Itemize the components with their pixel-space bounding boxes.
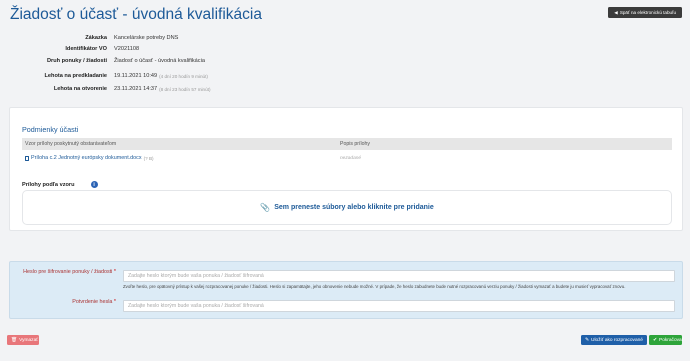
conditions-title: Podmienky účasti (22, 125, 79, 134)
back-to-board-button[interactable]: ◀ Späť na elektronickú tabuľu (608, 7, 682, 18)
continue-button[interactable]: ✔ Pokračovať (649, 335, 684, 345)
info-value: V2021108 (114, 46, 140, 52)
info-label: Zákazka (85, 35, 107, 41)
template-file-link[interactable]: Príloha c.2 Jednotný európsky dokument.d… (31, 155, 142, 161)
check-icon: ✔ (653, 337, 658, 343)
file-size: (? B) (143, 155, 154, 161)
info-label: Identifikátor VO (65, 46, 107, 52)
template-file-cell: Príloha c.2 Jednotný európsky dokument.d… (25, 155, 154, 161)
info-countdown: (4 dní 20 hodín 9 minút) (159, 73, 208, 79)
required-mark: * (113, 269, 116, 275)
info-countdown: (8 dní 23 hodín 57 minút) (159, 86, 211, 92)
delete-button-label: Vymazať (19, 337, 39, 343)
info-value: Kancelárske potreby DNS (114, 35, 179, 41)
back-button-label: Späť na elektronickú tabuľu (619, 10, 676, 15)
paperclip-icon: 📎 (260, 203, 271, 212)
info-value: 19.11.2021 10:49 (114, 73, 158, 79)
file-icon (25, 155, 29, 161)
attachments-label-row: Prílohy podľa vzoru i (22, 181, 98, 188)
file-dropzone[interactable]: 📎 Sem preneste súbory alebo kliknite pre… (22, 190, 672, 225)
delete-button[interactable]: 🗑 Vymazať (7, 335, 39, 345)
attachment-description: nezadané (340, 155, 362, 161)
required-mark: * (113, 299, 116, 305)
password-help-text: Zvoľte heslo, pre opätovný prístup k vaš… (123, 284, 626, 289)
page-title: Žiadosť o účasť - úvodná kvalifikácia (10, 6, 262, 23)
password-card: Heslo pre šifrovanie ponuky / žiadosti *… (9, 261, 683, 319)
info-icon[interactable]: i (90, 181, 98, 188)
password-confirm-label-text: Potvrdenie hesla (72, 299, 113, 305)
table-row: Príloha c.2 Jednotný európsky dokument.d… (22, 152, 672, 164)
dropzone-text: Sem preneste súbory alebo kliknite pre p… (274, 204, 434, 211)
column-header-template: Vzor prílohy poskytnutý obstarávateľom (25, 141, 117, 147)
save-draft-button[interactable]: ✎ Uložiť ako rozpracované (581, 335, 647, 345)
column-header-description: Popis prílohy (340, 141, 370, 147)
info-row-opening-deadline: Lehota na otvorenie 23.11.2021 14:37 (8 … (0, 84, 360, 94)
password-label: Heslo pre šifrovanie ponuky / žiadosti * (12, 269, 116, 275)
save-button-label: Uložiť ako rozpracované (591, 337, 643, 343)
info-value: Žiadosť o účasť - úvodná kvalifikácia (114, 58, 205, 64)
info-value: 23.11.2021 14:37 (114, 86, 158, 92)
password-confirm-input[interactable] (123, 300, 675, 312)
continue-button-label: Pokračovať (659, 337, 684, 343)
info-row-contract: Zákazka Kancelárske potreby DNS (0, 33, 360, 43)
password-input[interactable] (123, 270, 675, 282)
password-label-text: Heslo pre šifrovanie ponuky / žiadosti (23, 269, 113, 275)
table-header: Vzor prílohy poskytnutý obstarávateľom P… (22, 138, 672, 150)
pencil-icon: ✎ (585, 337, 590, 343)
info-row-offer-type: Druh ponuky / žiadosti Žiadosť o účasť -… (0, 56, 360, 66)
info-label: Lehota na otvorenie (53, 86, 107, 92)
info-label: Druh ponuky / žiadosti (47, 58, 107, 64)
info-row-submission-deadline: Lehota na predkladanie 19.11.2021 10:49 … (0, 71, 360, 81)
attachments-label: Prílohy podľa vzoru (22, 181, 75, 188)
info-row-identifier: Identifikátor VO V2021108 (0, 44, 360, 54)
arrow-left-icon: ◀ (614, 9, 618, 15)
trash-icon: 🗑 (11, 337, 18, 343)
password-confirm-label: Potvrdenie hesla * (12, 299, 116, 305)
info-label: Lehota na predkladanie (44, 73, 107, 79)
conditions-card: Podmienky účasti Vzor prílohy poskytnutý… (9, 107, 683, 231)
